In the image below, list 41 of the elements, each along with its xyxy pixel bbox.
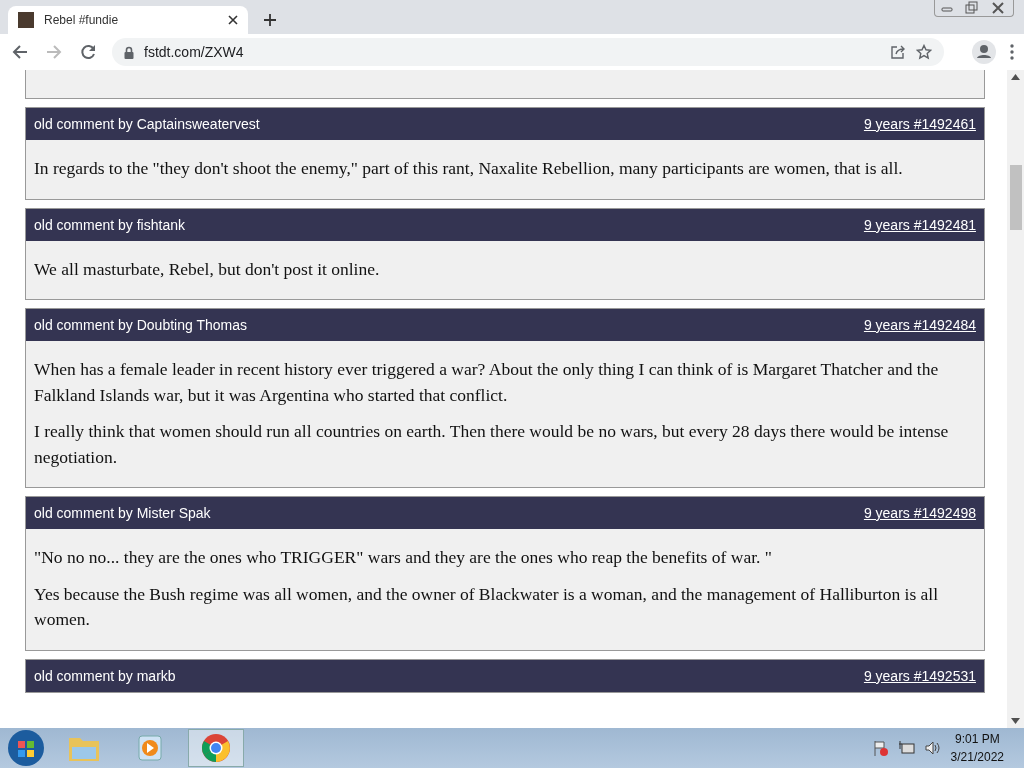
comment-text: I really think that women should run all countries on earth. Then there would be no wars, but every 28 days there would be intense negotiation. xyxy=(34,420,950,469)
scroll-up-icon[interactable] xyxy=(1011,74,1020,80)
chrome-icon xyxy=(201,733,231,763)
media-player-icon xyxy=(136,734,164,762)
comment-text: Yes because the Bush regime was all women, and the owner of Blackwater is a woman, and the management of Halliburton is all women. xyxy=(34,582,940,631)
menu-icon[interactable] xyxy=(1010,44,1014,60)
clock[interactable]: 9:01 PM 3/21/2022 xyxy=(950,730,1004,766)
comment-author: old comment by markb xyxy=(34,667,177,684)
scroll-down-icon[interactable] xyxy=(1011,718,1020,724)
comment-text: When has a female leader in recent history ever triggered a war? About the only thing I can think of is Margaret Thatcher and the Falkland Islands war, but it was Argentina who started that conflict. xyxy=(34,358,940,407)
lock-icon xyxy=(124,45,134,59)
flag-icon[interactable] xyxy=(872,740,889,756)
address-bar[interactable]: fstdt.com/ZXW4 xyxy=(112,38,944,66)
comment-author: old comment by Doubting Thomas xyxy=(34,317,248,333)
favicon-icon xyxy=(18,12,34,28)
browser-tab[interactable]: Rebel #fundie xyxy=(8,6,248,34)
comment-text: "No no no... they are the ones who TRIGGER" wars and they are the ones who reap the benefits of war. " xyxy=(34,546,773,569)
network-icon[interactable] xyxy=(898,740,915,756)
start-button[interactable] xyxy=(6,729,46,767)
comment-link[interactable]: 9 years #1492531 xyxy=(863,667,976,684)
volume-icon[interactable] xyxy=(924,740,941,756)
url-text: fstdt.com/ZXW4 xyxy=(144,44,244,60)
comment-author: old comment by Captainsweatervest xyxy=(34,116,261,132)
comment-text: We all masturbate, Rebel, but don't post it online. xyxy=(34,257,381,281)
comment-link[interactable]: 9 years #1492461 xyxy=(863,116,976,132)
reload-icon[interactable] xyxy=(78,42,98,62)
taskbar-item[interactable] xyxy=(188,729,244,767)
profile-icon[interactable] xyxy=(972,40,996,64)
comment-link[interactable]: 9 years #1492498 xyxy=(863,505,976,521)
comment-text: In regards to the "they don't shoot the enemy," part of this rant, Naxalite Rebellion, many participants are women, that is all. xyxy=(34,157,904,180)
comment-link[interactable]: 9 years #1492484 xyxy=(863,317,976,333)
close-icon[interactable] xyxy=(228,15,238,25)
scrollbar[interactable] xyxy=(1007,70,1024,728)
comment-author: old comment by Mister Spak xyxy=(34,505,212,521)
comment-author: old comment by fishtank xyxy=(34,216,186,233)
new-tab-icon[interactable] xyxy=(262,12,278,28)
tab-title: Rebel #fundie xyxy=(44,13,120,27)
comment-link[interactable]: 9 years #1492481 xyxy=(863,216,976,233)
star-icon[interactable] xyxy=(916,44,932,60)
scrollbar-thumb[interactable] xyxy=(1009,165,1022,230)
share-icon[interactable] xyxy=(890,44,906,60)
